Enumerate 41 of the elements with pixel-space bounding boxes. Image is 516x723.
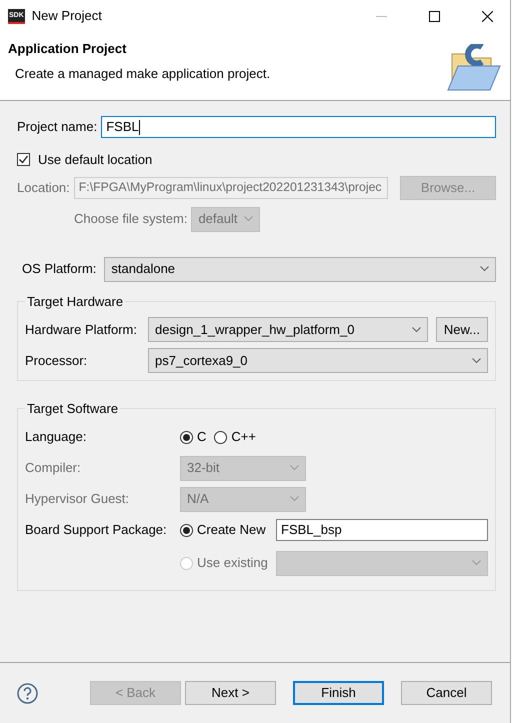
dropdown[interactable]: design_1_wrapper_hw_platform_0	[148, 317, 428, 342]
field-label: Project name:	[17, 119, 98, 135]
field-label: OS Platform:	[22, 261, 96, 277]
close-button[interactable]	[482, 10, 492, 22]
chevron-icon	[412, 326, 421, 333]
field-label: Processor:	[25, 352, 88, 368]
page-title: Application Project	[8, 41, 128, 57]
window-title: New Project	[32, 8, 103, 24]
chevron-icon	[290, 465, 299, 472]
field-label: Language:	[25, 429, 88, 446]
chevron-icon	[244, 216, 254, 222]
help-icon[interactable]	[17, 682, 38, 704]
text-field[interactable]: FSBL	[101, 116, 496, 138]
field-label: Board Support Package:	[25, 522, 168, 538]
check-icon	[18, 154, 29, 166]
field-label: Compiler:	[25, 460, 82, 476]
group-title: Target Hardware	[25, 294, 126, 310]
chevron-icon	[290, 496, 299, 502]
field-label: Hypervisor Guest:	[25, 491, 130, 508]
page-description: Create a managed make application project.	[15, 66, 272, 82]
group-title: Target Software	[25, 401, 120, 417]
radio-button[interactable]: C	[180, 429, 206, 446]
checkbox[interactable]	[17, 153, 30, 166]
text-field[interactable]: FSBL_bsp	[276, 519, 488, 542]
new-button[interactable]: New...	[436, 317, 488, 342]
dialog-button[interactable]: Next >	[185, 681, 276, 705]
radio-button[interactable]: Create New	[180, 522, 276, 538]
dialog-button: < Back	[90, 681, 181, 705]
field-label: Choose file system:	[74, 211, 188, 227]
chevron-icon	[472, 358, 481, 364]
radio-button[interactable]: C++	[214, 429, 256, 446]
dialog-button[interactable]: Cancel	[401, 681, 492, 705]
dialog-button[interactable]: Finish	[293, 681, 384, 705]
maximize-button[interactable]	[428, 10, 440, 22]
checkbox-label: Use default location	[38, 152, 152, 168]
chevron-icon	[480, 266, 489, 272]
field-label: Hardware Platform:	[25, 322, 138, 338]
dropdown[interactable]: standalone	[104, 256, 496, 282]
dropdown[interactable]: ps7_cortexa9_0	[148, 348, 488, 374]
chevron-icon	[472, 560, 481, 566]
field-label: Location:	[17, 180, 70, 196]
